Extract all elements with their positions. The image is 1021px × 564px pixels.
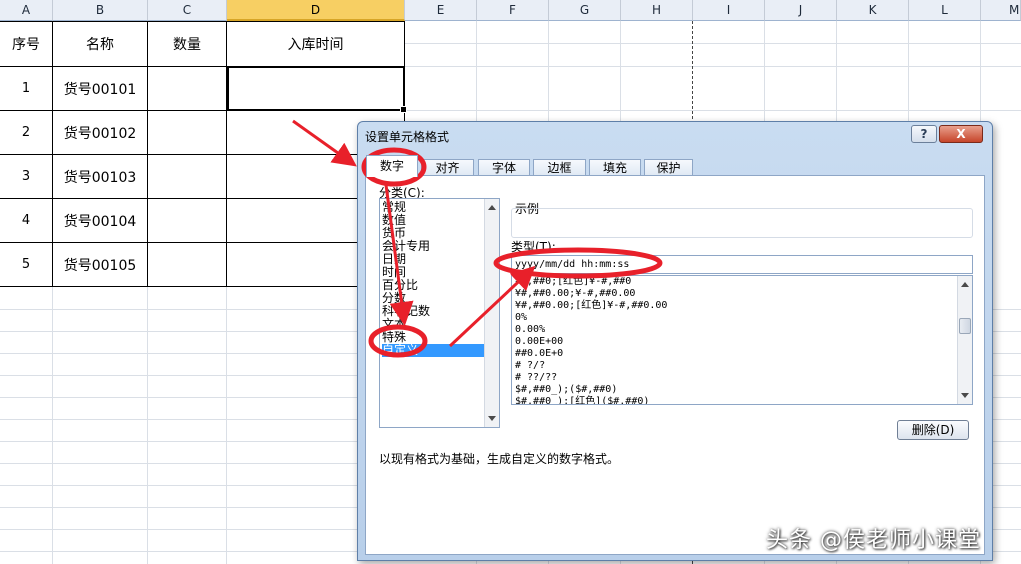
type-input[interactable]: yyyy/mm/dd hh:mm:ss [511,255,973,274]
help-button[interactable]: ? [911,125,937,143]
type-label: 类型(T): [511,240,556,254]
col-header-k[interactable]: K [837,0,909,21]
format-item[interactable]: ¥#,##0;[红色]¥-#,##0 [515,276,631,288]
number-tab-panel: 分类(C): 常规 数值 货币 会计专用 日期 时间 百分比 分数 科学记数 文… [365,175,985,555]
selected-cell-d2[interactable] [227,66,407,113]
format-item[interactable]: # ?/? [515,360,545,372]
delete-button[interactable]: 删除(D) [897,420,969,440]
cell-seq[interactable]: 5 [0,243,52,286]
col-header-f[interactable]: F [477,0,549,21]
col-header-b[interactable]: B [53,0,148,21]
format-item[interactable]: ¥#,##0.00;¥-#,##0.00 [515,288,635,300]
col-header-i[interactable]: I [693,0,765,21]
watermark-text: 头条 @侯老师小课堂 [766,528,981,553]
cell-name[interactable]: 货号00105 [53,243,147,286]
scroll-down-arrow-icon[interactable] [961,393,969,398]
description-text: 以现有格式为基础，生成自定义的数字格式。 [379,452,620,466]
format-item[interactable]: $#,##0_);($#,##0) [515,384,617,396]
format-item[interactable]: 0.00E+00 [515,336,563,348]
gridline [405,66,1021,67]
col-header-j[interactable]: J [765,0,837,21]
format-item[interactable]: ¥#,##0.00;[红色]¥-#,##0.00 [515,300,667,312]
scroll-down-arrow-icon[interactable] [488,416,496,421]
format-cells-dialog: 设置单元格格式 ? X 数字 对齐 字体 边框 填充 保护 分类(C): 常规 … [357,121,993,561]
gridline [226,287,227,564]
cell-seq[interactable]: 3 [0,155,52,198]
cell-seq[interactable]: 4 [0,199,52,242]
col-header-h[interactable]: H [621,0,693,21]
cell-name[interactable]: 货号00104 [53,199,147,242]
close-button[interactable]: X [939,125,983,143]
col-header-l[interactable]: L [909,0,981,21]
header-qty[interactable]: 数量 [148,22,226,66]
format-list[interactable]: ¥#,##0;[红色]¥-#,##0 ¥#,##0.00;¥-#,##0.00 … [511,275,973,405]
category-scrollbar[interactable] [484,199,499,427]
format-item[interactable]: 0.00% [515,324,545,336]
dialog-title: 设置单元格格式 [365,130,450,144]
category-list[interactable]: 常规 数值 货币 会计专用 日期 时间 百分比 分数 科学记数 文本 特殊 自定… [379,198,500,428]
cell-name[interactable]: 货号00102 [53,111,147,154]
header-name[interactable]: 名称 [53,22,147,66]
header-time[interactable]: 入库时间 [227,22,404,66]
cell-name[interactable]: 货号00101 [53,67,147,110]
col-header-e[interactable]: E [405,0,477,21]
format-item[interactable]: # ??/?? [515,372,557,384]
col-header-d[interactable]: D [227,0,405,21]
gridline [405,110,1021,111]
gridline [405,43,1021,44]
tab-number[interactable]: 数字 [366,155,418,177]
table-border [0,286,405,287]
format-item[interactable]: $#,##0_);[红色]($#,##0) [515,396,649,404]
category-item-selected[interactable]: 自定义 [382,344,484,357]
fill-handle[interactable] [400,106,407,113]
cell-name[interactable]: 货号00103 [53,155,147,198]
col-header-m[interactable]: M [981,0,1021,21]
scroll-up-arrow-icon[interactable] [488,205,496,210]
col-header-c[interactable]: C [148,0,227,21]
cell-seq[interactable]: 2 [0,111,52,154]
gridline [147,287,148,564]
gridline [52,287,53,564]
format-item[interactable]: 0% [515,312,527,324]
format-scrollbar[interactable] [957,276,972,404]
scroll-thumb[interactable] [959,318,971,334]
cell-seq[interactable]: 1 [0,67,52,110]
header-seq[interactable]: 序号 [0,22,52,66]
sample-box [511,208,973,238]
format-item[interactable]: ##0.0E+0 [515,348,563,360]
col-header-a[interactable]: A [0,0,53,21]
scroll-up-arrow-icon[interactable] [961,282,969,287]
col-header-g[interactable]: G [549,0,621,21]
